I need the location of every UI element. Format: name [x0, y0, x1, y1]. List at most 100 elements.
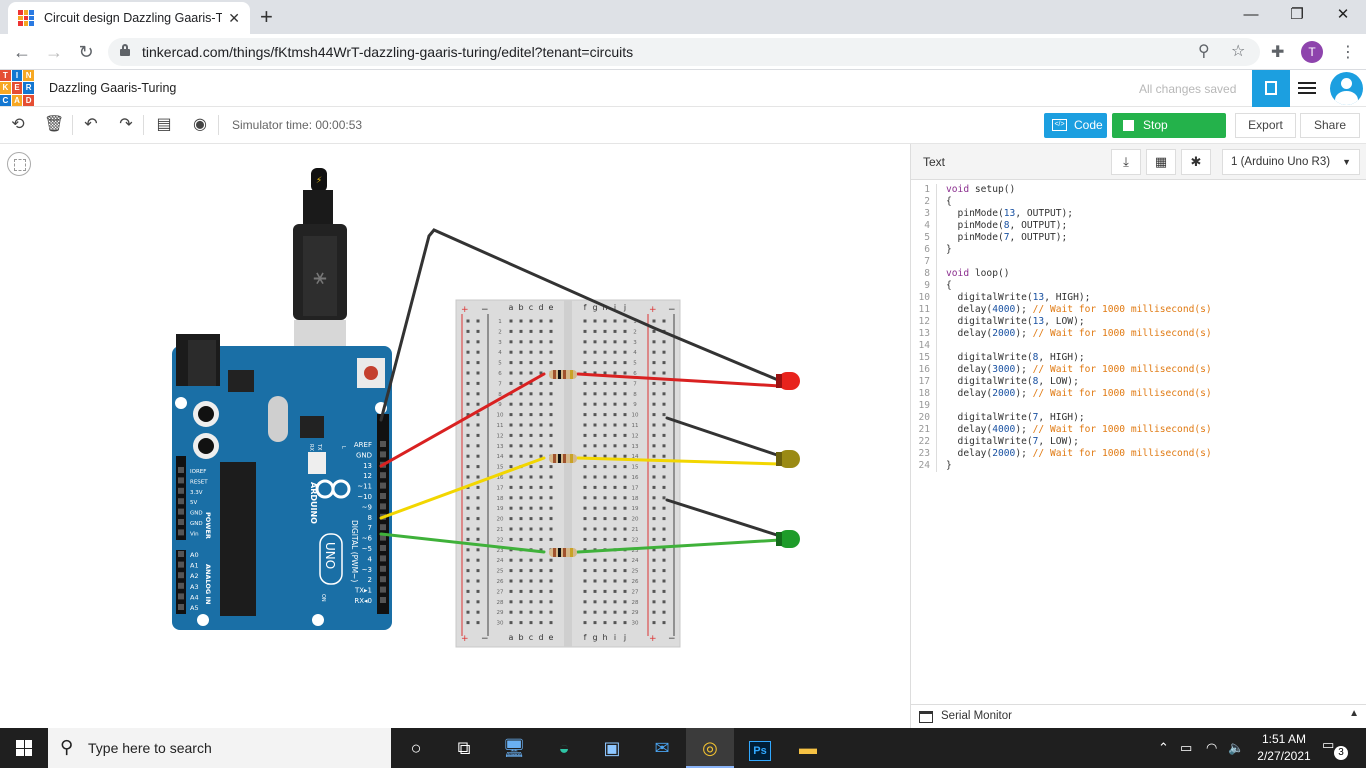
zoom-search-icon[interactable]: ⚲: [1198, 41, 1210, 61]
digital-pin-label: ~5: [362, 545, 372, 553]
bookmark-star-icon[interactable]: ☆: [1231, 41, 1245, 61]
code-mode-label[interactable]: Text: [923, 155, 945, 169]
code-line[interactable]: 22 digitalWrite(7, LOW);: [911, 436, 1366, 448]
delete-trash-icon[interactable]: 🗑: [44, 115, 64, 135]
new-tab-button[interactable]: +: [260, 6, 273, 28]
code-line[interactable]: 21 delay(4000); // Wait for 1000 millise…: [911, 424, 1366, 436]
row-number-right: 22: [632, 537, 639, 543]
circuit-canvas[interactable]: ⚡ ⚹ ARDUINO UNO DIGITAL (PWM~) POWER ANA…: [0, 144, 910, 728]
close-window-button[interactable]: ✕: [1320, 0, 1366, 30]
notification-count: 3: [1334, 746, 1348, 760]
tab-close-icon[interactable]: ✕: [228, 10, 240, 27]
power-pin-label: IOREF: [190, 469, 206, 475]
start-button[interactable]: [0, 728, 48, 768]
breadboard-column-label: f: [584, 633, 587, 642]
eye-visibility-icon[interactable]: ◉: [190, 115, 210, 135]
component-list-icon[interactable]: [1298, 82, 1316, 96]
header-pin: [380, 503, 386, 510]
chrome-icon[interactable]: ◎: [686, 728, 734, 768]
row-number-left: 6: [498, 371, 502, 377]
arduino-uno-board[interactable]: ARDUINO UNO DIGITAL (PWM~) POWER ANALOG …: [172, 334, 392, 630]
wifi-icon[interactable]: ◠: [1206, 740, 1217, 756]
board-brand: ARDUINO: [309, 482, 318, 524]
edge-icon[interactable]: ◒: [540, 728, 588, 768]
extensions-puzzle-icon[interactable]: ✚: [1271, 42, 1284, 62]
store-icon[interactable]: ▣: [588, 728, 636, 768]
code-line[interactable]: 12 digitalWrite(13, LOW);: [911, 316, 1366, 328]
code-line[interactable]: 18 delay(2000); // Wait for 1000 millise…: [911, 388, 1366, 400]
code-line[interactable]: 10 digitalWrite(13, HIGH);: [911, 292, 1366, 304]
volume-icon[interactable]: 🔈: [1228, 740, 1244, 756]
leds[interactable]: [776, 372, 800, 548]
taskbar-search[interactable]: ⚲ Type here to search: [48, 728, 391, 768]
restore-button[interactable]: ❐: [1274, 0, 1320, 30]
minimize-button[interactable]: —: [1228, 0, 1274, 30]
user-avatar[interactable]: [1330, 72, 1363, 105]
debugger-bug-icon[interactable]: ✱: [1181, 149, 1211, 175]
code-line[interactable]: 2{: [911, 196, 1366, 208]
row-number-left: 24: [497, 558, 504, 564]
browser-tab[interactable]: Circuit design Dazzling Gaaris-Tu ✕: [8, 2, 250, 34]
code-line[interactable]: 14: [911, 340, 1366, 352]
line-number: 15: [911, 352, 937, 364]
pc-icon[interactable]: 🖥: [490, 728, 538, 768]
code-line[interactable]: 17 digitalWrite(8, LOW);: [911, 376, 1366, 388]
redo-icon[interactable]: ↷: [116, 115, 136, 135]
code-button[interactable]: </> Code: [1044, 113, 1107, 138]
code-line[interactable]: 13 delay(2000); // Wait for 1000 millise…: [911, 328, 1366, 340]
code-line[interactable]: 19: [911, 400, 1366, 412]
export-button[interactable]: Export: [1235, 113, 1296, 138]
code-line[interactable]: 7: [911, 256, 1366, 268]
address-bar[interactable]: tinkercad.com/things/fKtmsh44WrT-dazzlin…: [108, 38, 1260, 66]
row-number-left: 11: [497, 423, 504, 429]
tray-chevron-icon[interactable]: ⌃: [1158, 740, 1169, 756]
rotate-icon[interactable]: ⟲: [8, 115, 28, 135]
code-line[interactable]: 23 delay(2000); // Wait for 1000 millise…: [911, 448, 1366, 460]
breadboard[interactable]: + − + − + − + − aabbccddeeffgghhiijj 1 12…: [455, 299, 681, 648]
cortana-icon[interactable]: ○: [392, 728, 440, 768]
share-button[interactable]: Share: [1300, 113, 1360, 138]
library-icon[interactable]: ▦: [1146, 149, 1176, 175]
header-pin: [380, 576, 386, 583]
battery-icon[interactable]: ▭: [1180, 740, 1192, 756]
design-title[interactable]: Dazzling Gaaris-Turing: [49, 81, 176, 95]
code-line[interactable]: 20 digitalWrite(7, HIGH);: [911, 412, 1366, 424]
forward-arrow-icon[interactable]: →: [42, 40, 66, 64]
code-line[interactable]: 16 delay(3000); // Wait for 1000 millise…: [911, 364, 1366, 376]
code-line[interactable]: 5 pinMode(7, OUTPUT);: [911, 232, 1366, 244]
tinkercad-logo[interactable]: TIN KER CAD: [0, 70, 34, 106]
code-editor[interactable]: 1 void setup() 2{3 pinMode(13, OUTPUT); 4 p…: [911, 184, 1366, 704]
notes-icon[interactable]: ▤: [154, 115, 174, 135]
browser-menu-icon[interactable]: ⋮: [1340, 42, 1356, 62]
code-line[interactable]: 3 pinMode(13, OUTPUT);: [911, 208, 1366, 220]
reload-icon[interactable]: ↻: [74, 40, 98, 64]
code-line[interactable]: 15 digitalWrite(8, HIGH);: [911, 352, 1366, 364]
code-line[interactable]: 8 void loop(): [911, 268, 1366, 280]
row-number-left: 9: [498, 402, 502, 408]
row-number-left: 1: [498, 319, 502, 325]
serial-monitor-bar[interactable]: Serial Monitor ▲: [911, 704, 1366, 728]
code-line[interactable]: 1 void setup(): [911, 184, 1366, 196]
svg-text:−: −: [481, 305, 489, 315]
code-line[interactable]: 9{: [911, 280, 1366, 292]
digital-pin-label: ~6: [362, 535, 373, 543]
digital-label: DIGITAL (PWM~): [350, 520, 359, 582]
mail-icon[interactable]: ✉: [638, 728, 686, 768]
download-icon[interactable]: ⤓: [1111, 149, 1141, 175]
system-clock[interactable]: 1:51 AM 2/27/2021: [1254, 731, 1314, 765]
chevron-up-icon[interactable]: ▲: [1349, 708, 1359, 719]
device-select[interactable]: 1 (Arduino Uno R3) ▼: [1222, 149, 1360, 175]
profile-avatar[interactable]: T: [1301, 41, 1323, 63]
back-arrow-icon[interactable]: ←: [10, 40, 34, 64]
undo-icon[interactable]: ↶: [81, 115, 101, 135]
code-line[interactable]: 6}: [911, 244, 1366, 256]
code-line[interactable]: 4 pinMode(8, OUTPUT);: [911, 220, 1366, 232]
circuit-view-button[interactable]: [1252, 70, 1290, 107]
code-line[interactable]: 24}: [911, 460, 1366, 472]
photoshop-icon[interactable]: Ps: [736, 728, 784, 768]
stop-simulation-button[interactable]: Stop Simulation: [1112, 113, 1226, 157]
task-view-icon[interactable]: ⧉: [440, 728, 488, 768]
file-explorer-icon[interactable]: ▬: [784, 728, 832, 768]
code-line[interactable]: 11 delay(4000); // Wait for 1000 millise…: [911, 304, 1366, 316]
chip-icon: [1265, 81, 1277, 95]
